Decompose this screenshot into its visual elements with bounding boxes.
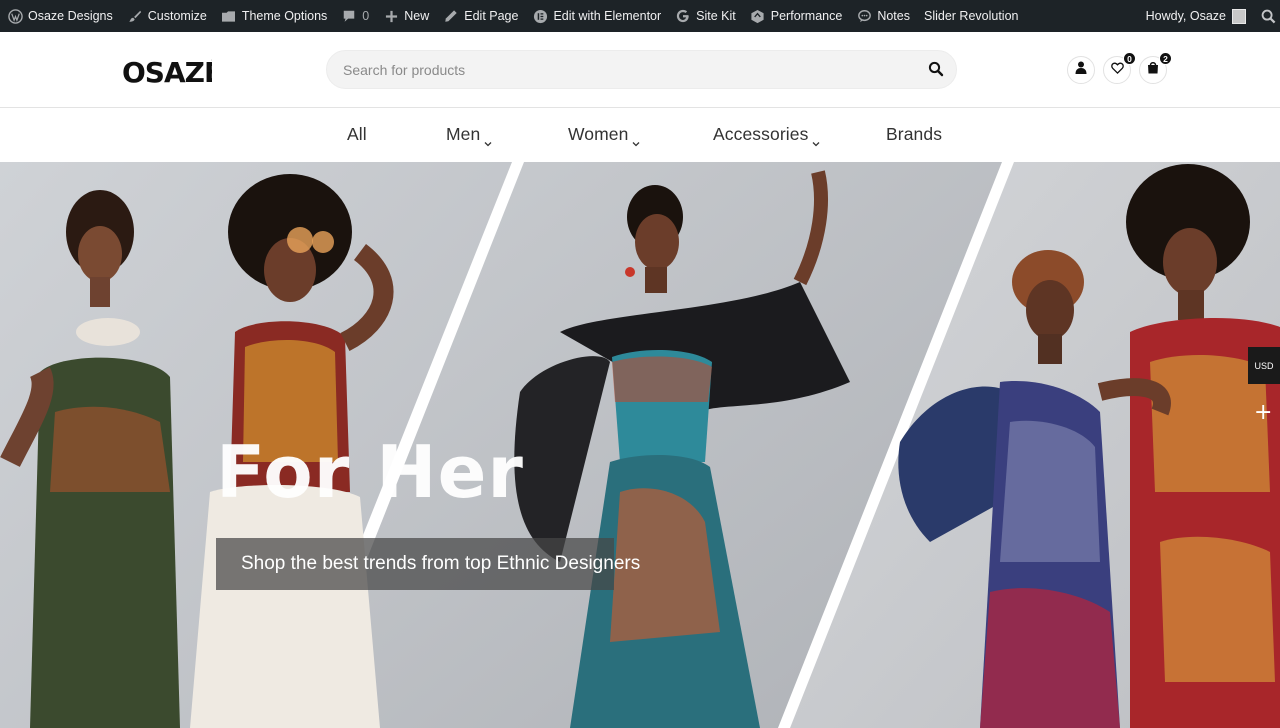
theme-options-link[interactable]: Theme Options <box>214 0 334 32</box>
comment-icon <box>341 8 357 24</box>
cart-count-badge: 2 <box>1159 52 1172 65</box>
performance-label: Performance <box>770 9 843 23</box>
expand-plus-icon[interactable]: + <box>1254 402 1272 424</box>
edit-page-label: Edit Page <box>464 9 519 23</box>
slider-revolution-link[interactable]: Slider Revolution <box>917 0 1026 32</box>
nav-item-label: All <box>347 124 367 144</box>
comments-count: 0 <box>362 9 370 23</box>
customize-label: Customize <box>147 9 207 23</box>
user-icon <box>1075 61 1087 79</box>
notes-label: Notes <box>877 9 910 23</box>
avatar <box>1232 8 1246 24</box>
main-navigation: All Men Women Accessories Brands <box>0 109 1280 162</box>
wordpress-icon <box>7 8 23 24</box>
nav-item-label: Men <box>446 124 481 144</box>
nav-item-label: Brands <box>886 124 943 144</box>
edit-elementor-label: Edit with Elementor <box>553 9 662 23</box>
new-content-link[interactable]: New <box>376 0 436 32</box>
chevron-down-icon <box>632 132 640 147</box>
search-bar <box>326 50 957 89</box>
chevron-down-icon <box>812 132 820 147</box>
edit-page-link[interactable]: Edit Page <box>436 0 525 32</box>
theme-options-label: Theme Options <box>241 9 328 23</box>
plus-icon <box>383 8 399 24</box>
search-icon[interactable] <box>928 61 946 79</box>
account-button[interactable] <box>1067 56 1095 84</box>
pencil-icon <box>443 8 459 24</box>
comments-link[interactable]: 0 <box>334 0 376 32</box>
edit-elementor-link[interactable]: Edit with Elementor <box>525 0 668 32</box>
nav-item-brands[interactable]: Brands <box>886 124 942 145</box>
site-name-label: Osaze Designs <box>28 9 113 23</box>
customize-link[interactable]: Customize <box>120 0 214 32</box>
google-g-icon <box>675 8 691 24</box>
nav-item-men[interactable]: Men <box>446 124 492 147</box>
notes-icon <box>856 8 872 24</box>
nav-item-label: Accessories <box>713 124 809 144</box>
hero-image <box>0 162 1280 728</box>
site-logo[interactable]: OSAZÉ <box>122 48 223 94</box>
search-icon <box>1260 8 1276 24</box>
currency-label: USD <box>1254 360 1274 371</box>
folder-icon <box>221 8 237 24</box>
bag-icon <box>1147 61 1159 79</box>
site-kit-link[interactable]: Site Kit <box>668 0 743 32</box>
hero-subtitle-text: Shop the best trends from top Ethnic Des… <box>241 553 641 574</box>
howdy-label: Howdy, Osaze <box>1145 9 1226 23</box>
currency-switcher[interactable]: USD <box>1248 347 1280 384</box>
chevron-down-icon <box>484 132 492 147</box>
new-label: New <box>404 9 430 23</box>
nav-item-all[interactable]: All <box>347 124 367 145</box>
cart-button[interactable]: 2 <box>1139 52 1172 84</box>
wishlist-button[interactable]: 0 <box>1103 52 1136 84</box>
brush-icon <box>127 8 143 24</box>
hero-slider: For Her Shop the best trends from top Et… <box>0 162 1280 728</box>
hero-subtitle[interactable]: Shop the best trends from top Ethnic Des… <box>216 538 640 590</box>
search-input[interactable] <box>343 51 903 88</box>
nav-item-label: Women <box>568 124 629 144</box>
wishlist-count-badge: 0 <box>1123 52 1136 65</box>
account-menu[interactable]: Howdy, Osaze <box>1139 0 1253 32</box>
svg-text:OSAZÉ: OSAZÉ <box>122 55 212 89</box>
notes-link[interactable]: Notes <box>849 0 917 32</box>
slider-revolution-label: Slider Revolution <box>923 9 1019 23</box>
wp-admin-bar: Osaze Designs Customize Theme Options 0 … <box>0 0 1280 32</box>
site-header: OSAZÉ 0 2 <box>0 32 1280 108</box>
nav-item-accessories[interactable]: Accessories <box>713 124 820 147</box>
performance-link[interactable]: Performance <box>743 0 850 32</box>
nav-item-women[interactable]: Women <box>568 124 640 147</box>
site-name-menu[interactable]: Osaze Designs <box>0 0 120 32</box>
heart-icon <box>1110 61 1124 79</box>
hero-title: For Her <box>216 430 524 514</box>
site-kit-label: Site Kit <box>696 9 736 23</box>
performance-icon <box>750 8 766 24</box>
elementor-icon <box>532 8 548 24</box>
admin-search-button[interactable] <box>1253 0 1280 32</box>
